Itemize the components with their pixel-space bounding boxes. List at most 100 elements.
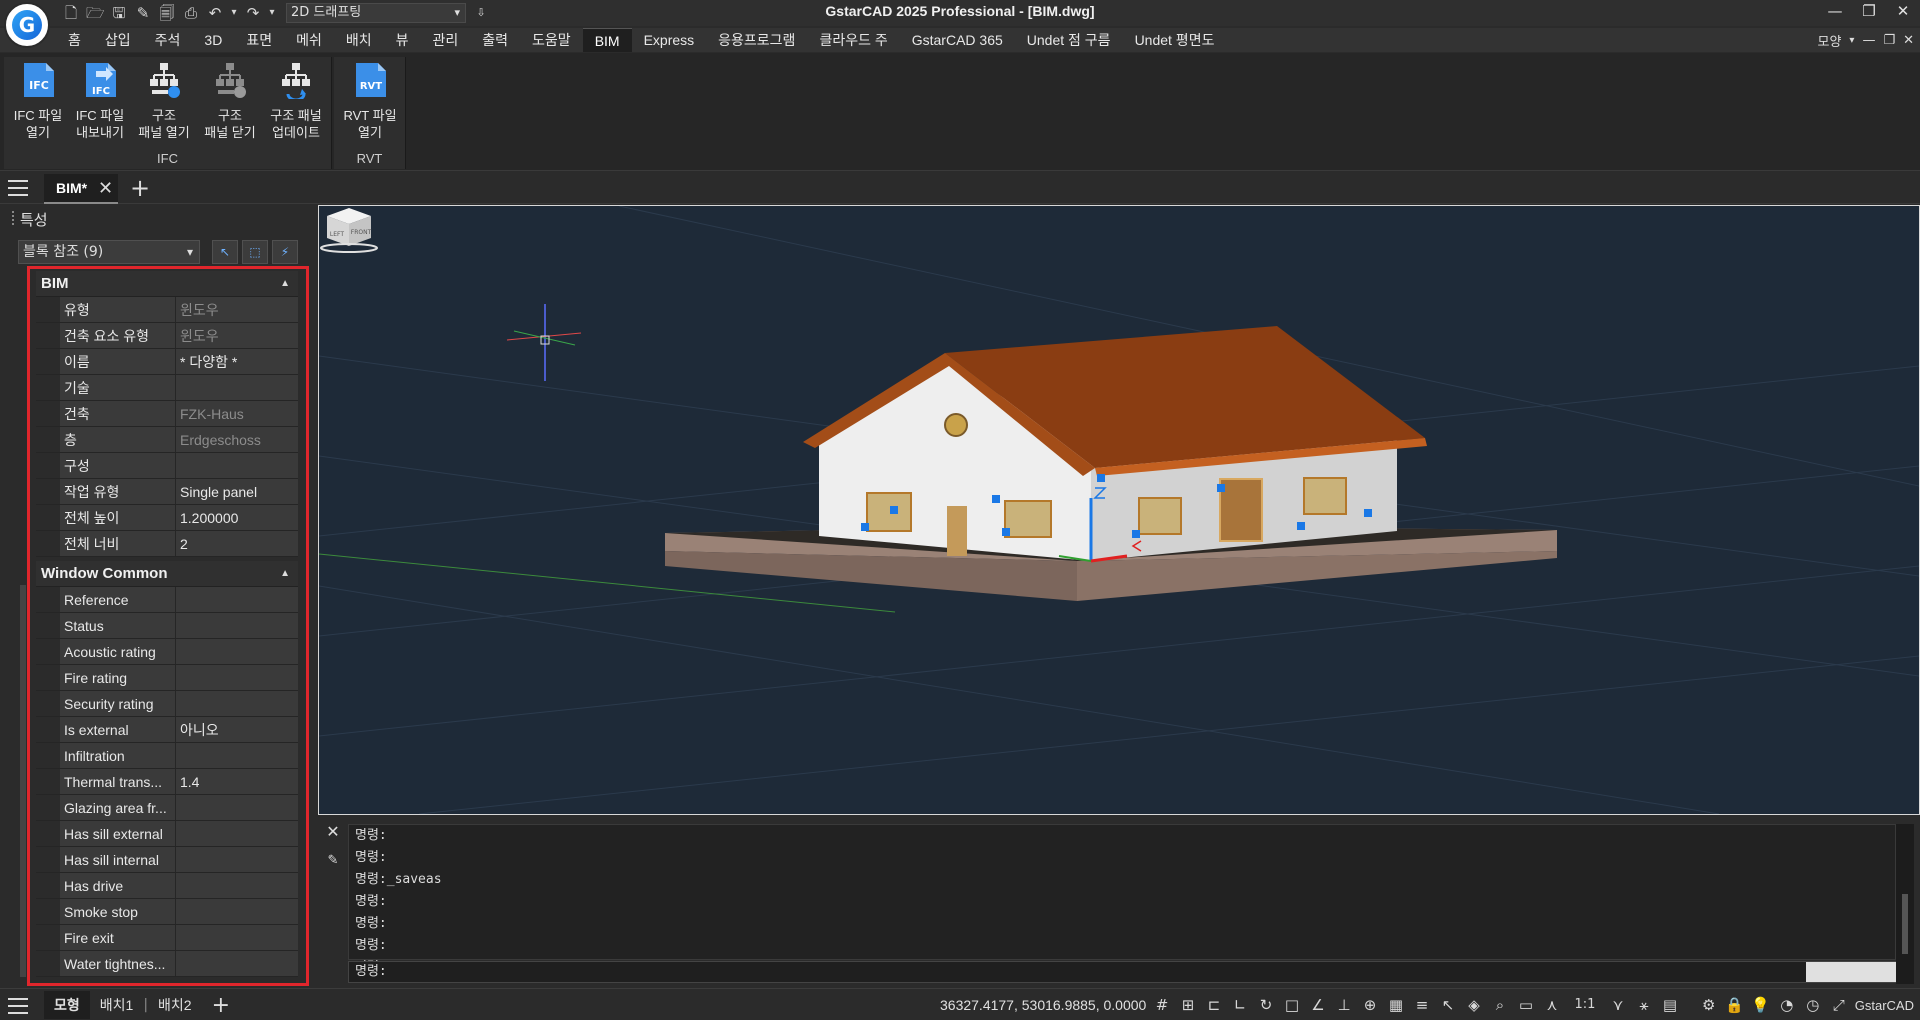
ribbon-tab-0[interactable]: 홈 (56, 28, 93, 52)
model-canvas[interactable] (319, 206, 1919, 814)
command-history-scrollbar[interactable] (1896, 824, 1914, 984)
ribbon-tab-8[interactable]: 관리 (421, 28, 471, 52)
layout-tab-model[interactable]: 모형 (44, 991, 90, 1019)
minimize-button[interactable]: — (1818, 0, 1852, 22)
close-document-icon[interactable]: ✕ (98, 178, 113, 199)
round-window (944, 413, 968, 437)
ribbon-tab-2[interactable]: 주석 (143, 28, 193, 52)
structure-update-button[interactable]: 구조 패널 업데이트 (264, 61, 328, 141)
layers-icon[interactable]: ◈ (1464, 995, 1484, 1015)
ribbon-tab-16[interactable]: Undet 점 구름 (1015, 28, 1123, 52)
ribbon-tab-5[interactable]: 메쉬 (284, 28, 334, 52)
settings-gear-icon[interactable]: ⚙ (1699, 995, 1719, 1015)
close-button[interactable]: ✕ (1886, 0, 1920, 22)
ribbon-tab-9[interactable]: 출력 (470, 28, 520, 52)
hardware-acceleration-icon[interactable]: ◔ (1777, 995, 1797, 1015)
maximize-button[interactable]: ❐ (1852, 0, 1886, 22)
undo-icon[interactable]: ↶ (206, 4, 224, 22)
command-input-field[interactable] (1806, 962, 1896, 982)
ribbon-tab-15[interactable]: GstarCAD 365 (900, 28, 1015, 52)
structure-open-button[interactable]: 구조 패널 열기 (132, 61, 196, 141)
ribbon-tab-4[interactable]: 표면 (234, 28, 284, 52)
customize-toolbar-icon[interactable]: ⇩ (472, 4, 490, 22)
quick-select-icon[interactable]: ⚡ (272, 240, 298, 264)
ortho-mode-icon[interactable]: ∟ (1230, 995, 1250, 1015)
ribbon-tab-17[interactable]: Undet 평면도 (1123, 28, 1227, 52)
save-as-icon[interactable]: ✎ (134, 4, 152, 22)
redo-dropdown-icon[interactable]: ▾ (268, 4, 276, 22)
ribbon-tab-6[interactable]: 배치 (334, 28, 384, 52)
annotation-visibility-icon[interactable]: ⋎ (1608, 995, 1628, 1015)
save-icon[interactable]: 🖫 (110, 4, 128, 22)
dynamic-input-icon[interactable]: ⊕ (1360, 995, 1380, 1015)
document-tab-bar: BIM* ✕ + (0, 172, 1920, 204)
print-icon[interactable]: ⎙ (182, 4, 200, 22)
view-mode-dropdown[interactable]: 모양 (1817, 31, 1841, 50)
ribbon-tab-1[interactable]: 삽입 (93, 28, 143, 52)
gstarcad-logo-icon: G (12, 10, 42, 40)
lineweight-icon[interactable]: ▦ (1386, 995, 1406, 1015)
layout-tab-layout2[interactable]: 배치2 (148, 991, 202, 1019)
dynamic-ucs-icon[interactable]: ⊥ (1334, 995, 1354, 1015)
add-layout-icon[interactable]: + (202, 993, 240, 1018)
new-file-icon[interactable]: 🗋 (62, 4, 80, 22)
performance-icon[interactable]: ◷ (1803, 995, 1823, 1015)
viewcube-icon[interactable]: LEFT FRONT (319, 206, 379, 254)
clean-screen-icon[interactable]: ⤢ (1829, 995, 1849, 1015)
app-menu-button[interactable]: G (4, 2, 50, 48)
ifc-open-button[interactable]: IFC IFC 파일 열기 (6, 61, 70, 141)
annotation-scale-icon[interactable]: ⋏ (1542, 995, 1562, 1015)
palette-scrollbar[interactable] (20, 585, 26, 977)
rvt-open-button[interactable]: RVT RVT 파일 열기 (338, 61, 402, 141)
structure-close-button[interactable]: 구조 패널 닫기 (198, 61, 262, 141)
layout-menu-icon[interactable] (8, 998, 28, 1014)
ifc-export-label: IFC 파일 내보내기 (75, 108, 125, 140)
command-settings-icon[interactable]: ✎ (322, 853, 344, 868)
ribbon-tab-12[interactable]: Express (632, 28, 707, 52)
ribbon-tab-10[interactable]: 도움말 (520, 28, 583, 52)
redo-icon[interactable]: ↷ (244, 4, 262, 22)
auto-scale-icon[interactable]: ⚹ (1634, 995, 1654, 1015)
select-objects-icon[interactable]: ⬚ (242, 240, 268, 264)
selection-cycling-icon[interactable]: ↖ (1438, 995, 1458, 1015)
ifc-export-button[interactable]: IFC IFC 파일 내보내기 (68, 61, 132, 141)
open-folder-icon[interactable]: 🗁 (86, 4, 105, 22)
status-bar-right: ⚙ 🔒 💡 ◔ ◷ ⤢ GstarCAD (1699, 995, 1914, 1015)
viewport-icon[interactable]: ▭ (1516, 995, 1536, 1015)
ribbon-tab-11[interactable]: BIM (582, 28, 632, 52)
zoom-icon[interactable]: ⌕ (1490, 995, 1510, 1015)
save-all-icon[interactable]: 🗐 (158, 4, 176, 22)
transparency-icon[interactable]: ≡ (1412, 995, 1432, 1015)
grid-display-icon[interactable]: # (1152, 995, 1172, 1015)
isolate-objects-icon[interactable]: 💡 (1751, 995, 1771, 1015)
layout-tab-layout1[interactable]: 배치1 (90, 991, 144, 1019)
drawing-viewport[interactable]: LEFT FRONT (318, 205, 1920, 815)
close-command-line-icon[interactable]: ✕ (322, 822, 344, 841)
doc-minimize-button[interactable]: — (1862, 33, 1875, 48)
quick-access-toolbar: 🗋 🗁 🖫 ✎ 🗐 ⎙ ↶ ▾ ↷ ▾ 2D 드래프팅 ⇩ (62, 3, 490, 23)
snap-tracking-icon[interactable]: ∠ (1308, 995, 1328, 1015)
snap-mode-icon[interactable]: ⊞ (1178, 995, 1198, 1015)
lock-ui-icon[interactable]: 🔒 (1725, 995, 1745, 1015)
drafting-toggles: # ⊞ ⊏ ∟ ↻ □ ∠ ⊥ ⊕ ▦ ≡ ↖ ◈ ⌕ ▭ ⋏ 1:1 ⋎ ⚹ … (1152, 995, 1680, 1015)
customize-statusbar-icon[interactable]: ▤ (1660, 995, 1680, 1015)
workspace-select[interactable]: 2D 드래프팅 (286, 3, 466, 23)
palette-grip-handle[interactable] (12, 211, 15, 225)
object-snap-icon[interactable]: □ (1282, 995, 1302, 1015)
new-document-tab-icon[interactable]: + (130, 174, 150, 202)
ribbon-tab-7[interactable]: 뷰 (384, 28, 421, 52)
undo-dropdown-icon[interactable]: ▾ (230, 4, 238, 22)
ribbon-tab-3[interactable]: 3D (192, 28, 234, 52)
annotation-scale-value[interactable]: 1:1 (1568, 995, 1602, 1015)
doc-close-button[interactable]: ✕ (1903, 33, 1914, 48)
toggle-pickadd-icon[interactable]: ↖ (212, 240, 238, 264)
ribbon-tab-14[interactable]: 클라우드 주 (807, 28, 899, 52)
ribbon-tab-13[interactable]: 응용프로그램 (706, 28, 807, 52)
document-menu-icon[interactable] (8, 180, 28, 196)
object-type-select[interactable]: 블록 참조 (9) (18, 240, 200, 264)
doc-restore-button[interactable]: ❐ (1883, 33, 1895, 48)
view-mode-chevron-icon[interactable]: ▾ (1849, 35, 1854, 46)
infer-constraints-icon[interactable]: ⊏ (1204, 995, 1224, 1015)
command-input[interactable]: 명령: (348, 961, 1896, 983)
polar-tracking-icon[interactable]: ↻ (1256, 995, 1276, 1015)
